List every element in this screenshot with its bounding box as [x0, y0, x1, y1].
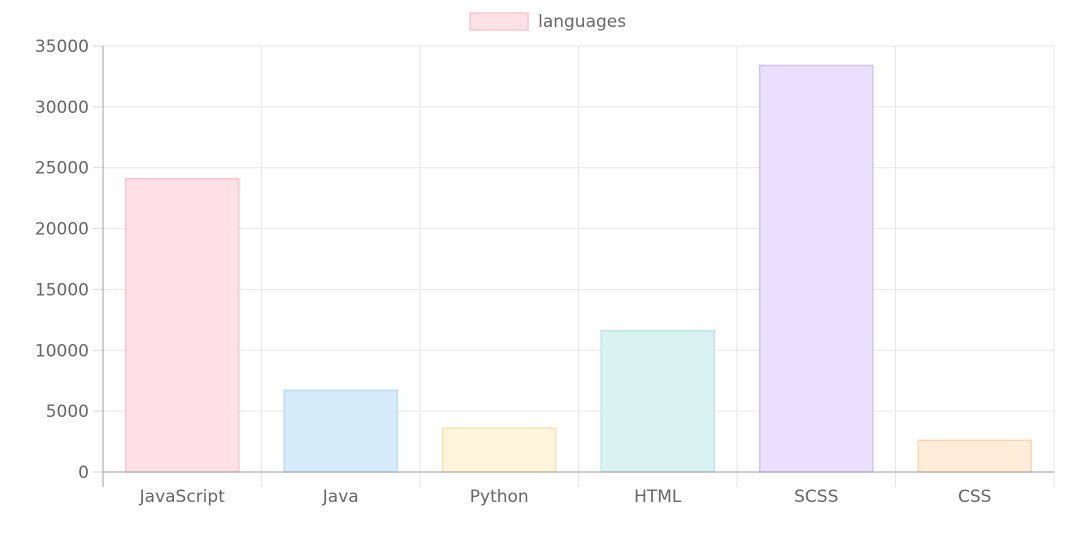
y-tick-label: 15000: [35, 280, 89, 300]
bar-html[interactable]: [600, 330, 715, 473]
y-tick-label: 0: [78, 463, 89, 483]
x-tick-label: Python: [470, 487, 529, 507]
grid-lines: [103, 45, 1055, 487]
legend-swatch[interactable]: [469, 12, 529, 31]
y-tick-label: 5000: [46, 402, 89, 422]
x-tick-label: JavaScript: [139, 487, 226, 507]
y-tick-label: 30000: [35, 98, 89, 118]
bar-scss[interactable]: [759, 64, 874, 473]
x-tick-label: SCSS: [794, 487, 838, 507]
bar-css[interactable]: [917, 439, 1032, 473]
legend-label[interactable]: languages: [538, 12, 626, 32]
bar-chart: 05000100001500020000250003000035000JavaS…: [35, 12, 1055, 507]
y-tick-label: 20000: [35, 220, 89, 240]
legend[interactable]: languages: [469, 12, 626, 32]
bar-python[interactable]: [442, 427, 557, 473]
bar-java[interactable]: [283, 389, 398, 473]
bar-javascript[interactable]: [125, 177, 240, 473]
y-tick-label: 25000: [35, 159, 89, 179]
y-tick-label: 10000: [35, 341, 89, 361]
x-tick-label: HTML: [634, 487, 682, 507]
x-tick-label: Java: [322, 487, 359, 507]
x-tick-label: CSS: [958, 487, 991, 507]
y-tick-label: 35000: [35, 37, 89, 57]
chart-container: 0 5000 10000 15000 20000 25000 30000 35000 JavaS…: [0, 0, 1079, 557]
